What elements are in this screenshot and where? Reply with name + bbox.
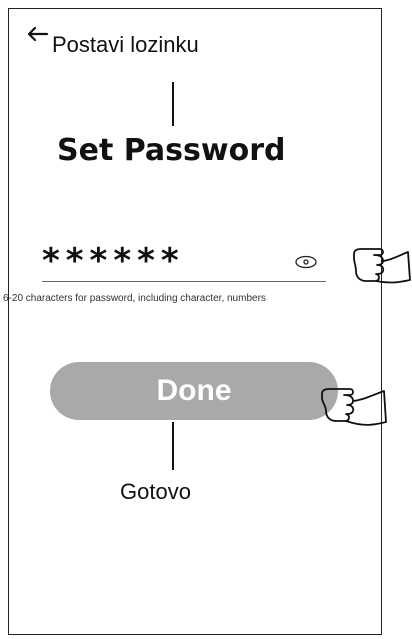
password-input[interactable]: ****** (42, 244, 326, 284)
back-arrow-icon[interactable] (25, 22, 49, 46)
callout-line-done (172, 422, 174, 470)
set-password-annotation: Set Password (57, 133, 286, 168)
pointing-hand-icon (353, 248, 411, 284)
done-caption-annotation: Gotovo (120, 479, 191, 504)
page-title: Postavi lozinku (52, 32, 199, 57)
pointing-hand-icon (321, 388, 387, 426)
callout-line-title (172, 82, 174, 126)
eye-icon[interactable] (294, 255, 318, 269)
phone-screen (8, 8, 382, 635)
password-value: ****** (42, 241, 185, 281)
password-underline (42, 281, 326, 282)
done-button[interactable]: Done (50, 362, 338, 420)
password-hint: 6-20 characters for password, including … (3, 293, 266, 304)
